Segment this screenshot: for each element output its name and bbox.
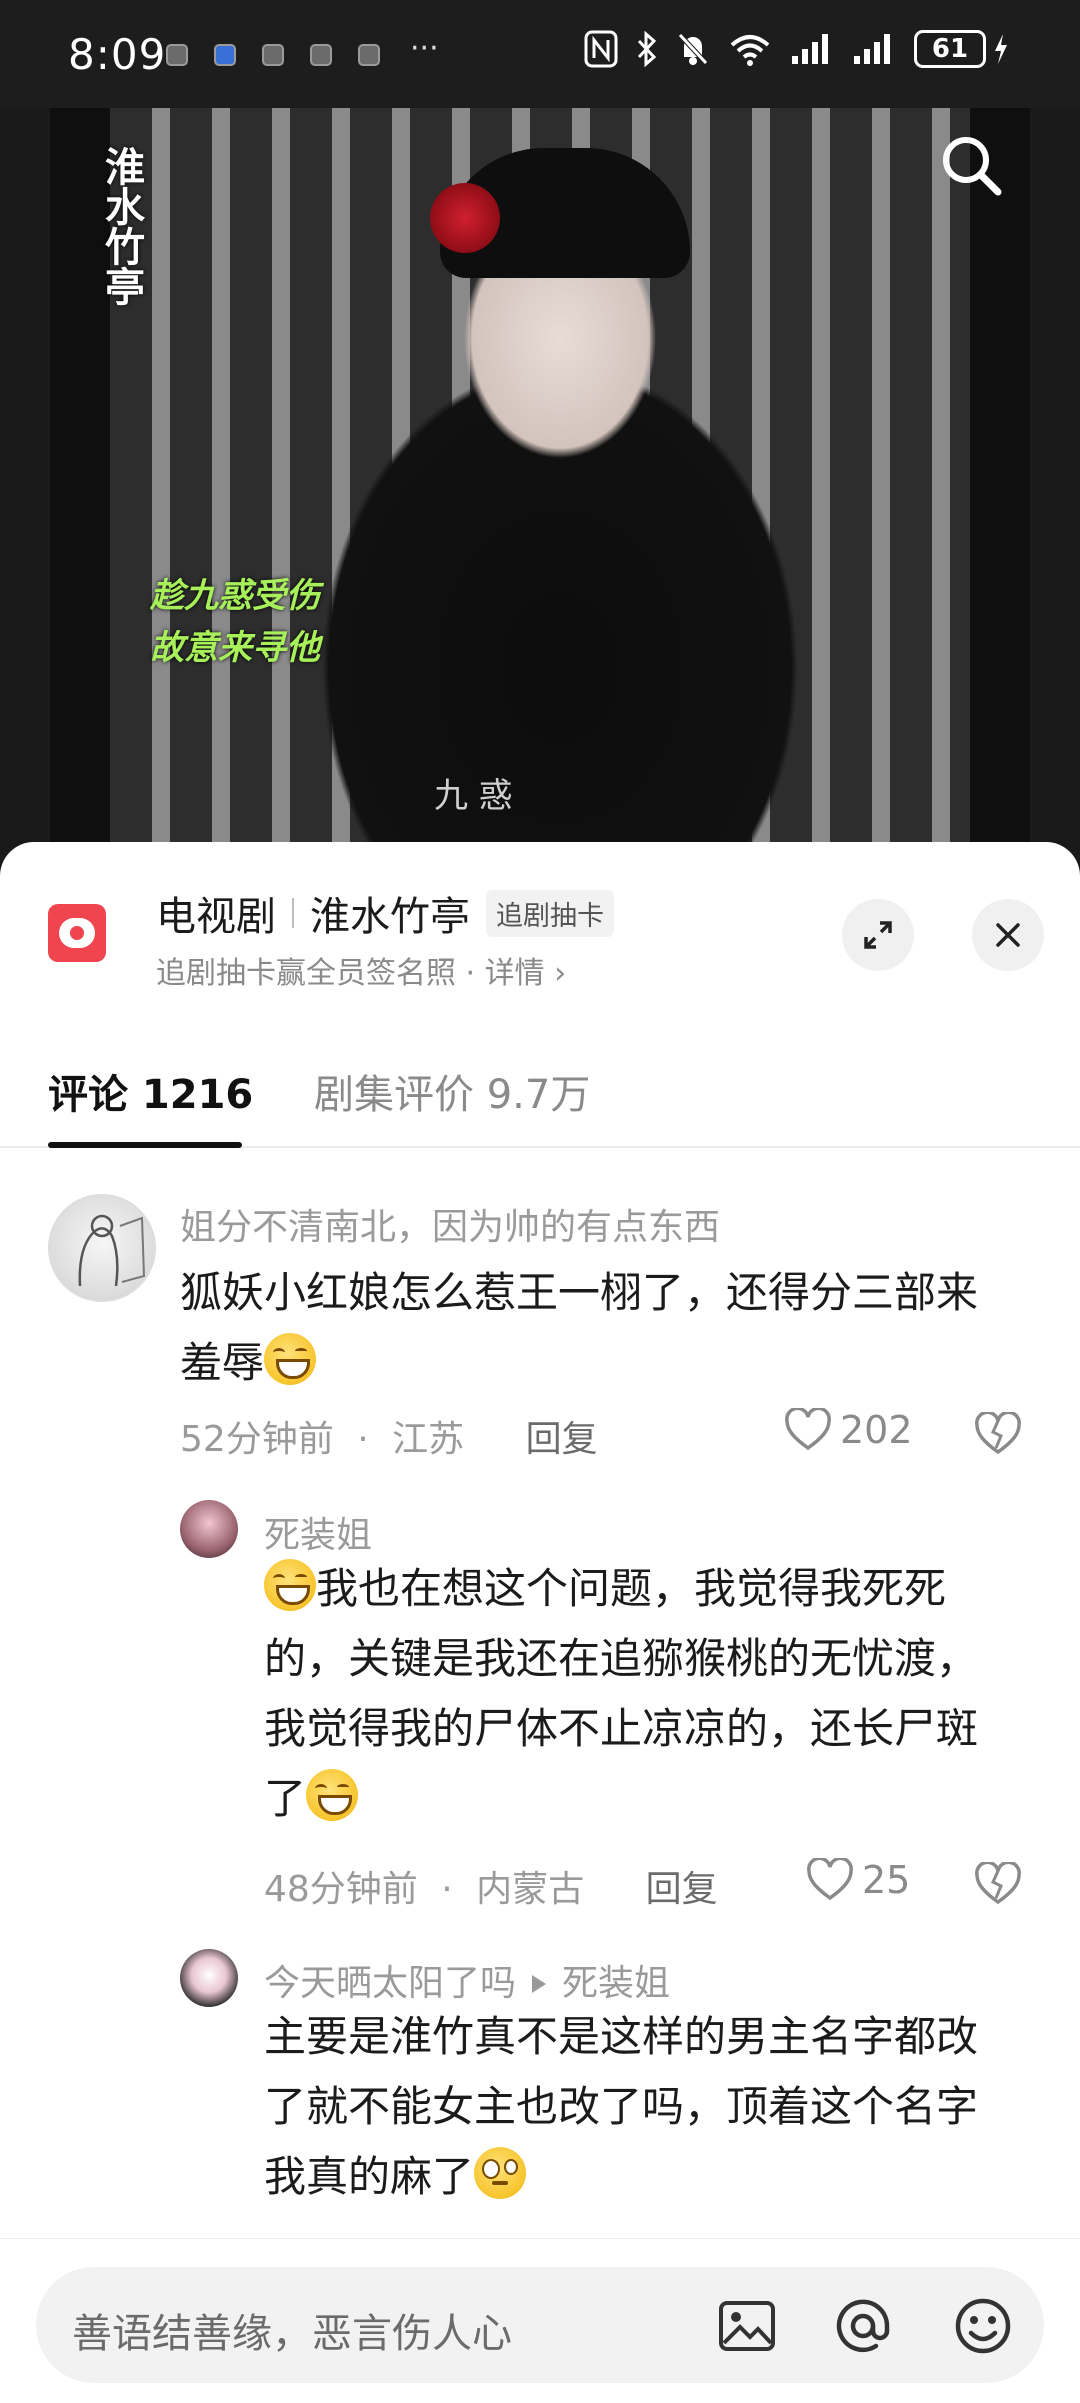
grin-emoji-icon	[306, 1769, 359, 1821]
bluetooth-icon	[637, 31, 657, 67]
show-title-row[interactable]: 电视剧 淮水竹亭 追剧抽卡	[156, 884, 614, 942]
comment-meta: 48分钟前 · 内蒙古 回复	[264, 1869, 718, 1910]
caption-line-2: 故意来寻他	[150, 628, 320, 668]
promo-link[interactable]: 追剧抽卡赢全员签名照 · 详情 ›	[156, 948, 566, 992]
signal-icon-1	[792, 34, 828, 64]
tab-bar: 评论 1216 剧集评价 9.7万	[0, 1042, 1080, 1148]
category-label: 电视剧	[156, 894, 276, 940]
video-player[interactable]: 淮水竹亭 趁九惑受伤 故意来寻他 九 惑	[50, 108, 1030, 848]
heart-icon	[807, 1858, 853, 1901]
battery-indicator: 61	[914, 30, 1010, 68]
system-icons: 61	[584, 30, 1010, 68]
title-divider	[292, 898, 294, 928]
reply-arrow-icon	[532, 1974, 547, 1993]
grin-emoji-icon	[264, 1559, 316, 1611]
search-icon[interactable]	[936, 130, 1006, 200]
comment-location: 江苏	[392, 1419, 465, 1460]
avatar[interactable]	[48, 1194, 156, 1302]
reply-button[interactable]: 回复	[646, 1869, 718, 1910]
broken-heart-icon[interactable]	[974, 1412, 1022, 1456]
battery-level: 61	[914, 30, 986, 68]
video-subtitle: 九 惑	[434, 776, 513, 816]
close-icon	[996, 923, 1020, 947]
comment-meta: 52分钟前 · 江苏 回复	[180, 1419, 598, 1460]
app-notification-icon	[166, 44, 188, 66]
comment-time: 52分钟前	[180, 1419, 334, 1460]
show-title: 淮水竹亭	[310, 894, 470, 940]
app-notification-icon	[358, 44, 380, 66]
clock: 8:09	[68, 30, 167, 79]
heart-icon	[785, 1408, 831, 1451]
tv-app-icon	[48, 904, 106, 962]
nfc-icon	[584, 30, 618, 68]
mention-icon[interactable]	[832, 2295, 894, 2357]
comment-time: 48分钟前	[264, 1869, 418, 1910]
video-hair-ornament	[430, 183, 500, 253]
app-notification-icon	[214, 44, 236, 66]
broken-heart-icon[interactable]	[974, 1862, 1022, 1906]
avatar[interactable]	[180, 1500, 238, 1558]
comment-text: 狐妖小红娘怎么惹王一栩了，还得分三部来 羞辱	[180, 1268, 979, 1387]
tab-comments[interactable]: 评论 1216	[48, 1062, 253, 1120]
comment-username-row: 今天晒太阳了吗 死装姐	[264, 1954, 670, 2006]
signal-icon-2	[854, 34, 890, 64]
like-count: 25	[862, 1858, 911, 1902]
active-tab-indicator	[48, 1142, 242, 1148]
mute-bell-icon	[678, 33, 708, 65]
wifi-icon	[730, 35, 770, 66]
comment-username[interactable]: 今天晒太阳了吗	[264, 1963, 516, 2004]
status-bar: 8:09 ··· 61	[0, 0, 1080, 108]
image-picker-icon[interactable]	[716, 2295, 778, 2357]
avatar[interactable]	[180, 1949, 238, 2007]
comment-input-placeholder: 善语结善缘，恶言伤人心	[72, 2311, 512, 2357]
comment-text: 主要是淮竹真不是这样的男主名字都改 了就不能女主也改了吗，顶着这个名字 我真的麻…	[264, 2012, 979, 2201]
tab-episode-ratings[interactable]: 剧集评价 9.7万	[314, 1062, 590, 1120]
app-notification-icon	[310, 44, 332, 66]
sheet-header: 电视剧 淮水竹亭 追剧抽卡 追剧抽卡赢全员签名照 · 详情 ›	[0, 842, 1080, 1042]
comment-username[interactable]: 姐分不清南北，因为帅的有点东西	[180, 1198, 720, 1250]
emoji-picker-icon[interactable]	[952, 2295, 1014, 2357]
more-notifications-icon: ···	[410, 30, 439, 66]
caption-line-1: 趁九惑受伤	[150, 576, 320, 616]
promo-tag: 追剧抽卡	[486, 889, 614, 937]
like-button[interactable]: 25	[806, 1858, 910, 1902]
charging-bolt-icon	[995, 34, 1007, 64]
video-caption: 趁九惑受伤 故意来寻他	[150, 570, 320, 674]
notification-icons: ···	[166, 31, 439, 66]
grin-emoji-icon	[264, 1333, 317, 1385]
comment-location: 内蒙古	[476, 1869, 585, 1910]
comment-username[interactable]: 死装姐	[264, 1506, 372, 1558]
comment-input-bar: 善语结善缘，恶言伤人心	[0, 2238, 1080, 2403]
app-notification-icon	[262, 44, 284, 66]
expand-icon	[864, 921, 892, 949]
reply-to-username[interactable]: 死装姐	[562, 1963, 670, 2004]
comment-sheet: 电视剧 淮水竹亭 追剧抽卡 追剧抽卡赢全员签名照 · 详情 › 评论 1216 …	[0, 842, 1080, 2403]
like-button[interactable]: 202	[784, 1408, 913, 1452]
comment-text: 我也在想这个问题，我觉得我死死 的，关键是我还在追猕猴桃的无忧渡， 我觉得我的尸…	[264, 1554, 1054, 1834]
comment-input[interactable]: 善语结善缘，恶言伤人心	[36, 2267, 1044, 2383]
expand-button[interactable]	[842, 899, 914, 971]
show-logo: 淮水竹亭	[98, 146, 145, 306]
reply-button[interactable]: 回复	[526, 1419, 598, 1460]
close-button[interactable]	[972, 899, 1044, 971]
like-count: 202	[840, 1408, 913, 1452]
eye-roll-emoji-icon	[474, 2147, 527, 2199]
